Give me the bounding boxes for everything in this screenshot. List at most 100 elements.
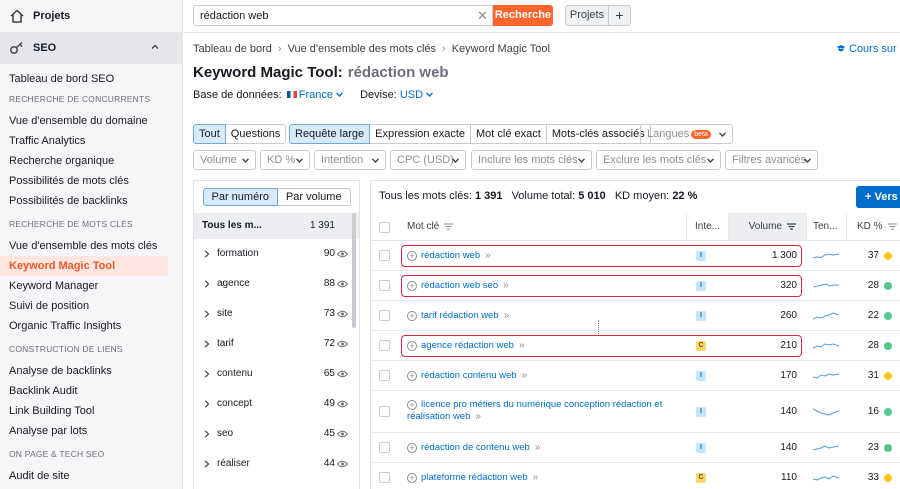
table-row[interactable]: + tarif rédaction web » I 260 22	[371, 301, 900, 331]
sidebar-item[interactable]: Vue d'ensemble des mots clés	[0, 236, 168, 256]
tab-related[interactable]: Mots-clés associés	[546, 124, 651, 144]
search-box[interactable]: ✕	[193, 5, 493, 26]
breadcrumb-dashboard[interactable]: Tableau de bord	[193, 43, 272, 55]
filter-volume[interactable]: Volume	[193, 150, 256, 170]
keyword-cell[interactable]: + licence pro métiers du numérique concep…	[407, 399, 669, 423]
projects-button[interactable]: Projets	[565, 5, 609, 26]
header-trend[interactable]: Ten...	[807, 213, 847, 241]
course-link[interactable]: Cours sur l	[836, 43, 900, 55]
tab-all[interactable]: Tout	[193, 124, 226, 144]
chevron-right-icon[interactable]	[204, 310, 210, 318]
add-keyword-icon[interactable]: +	[407, 443, 417, 453]
tab-exact-match[interactable]: Mot clé exact	[471, 124, 547, 144]
sidebar-item[interactable]: Keyword Magic Tool	[0, 256, 168, 276]
row-checkbox[interactable]	[379, 472, 390, 483]
table-row[interactable]: + rédaction web seo» I 320 28	[371, 271, 900, 301]
column-resize-handle[interactable]	[598, 320, 600, 334]
chevron-right-icon[interactable]	[204, 430, 210, 438]
chevron-up-icon[interactable]	[151, 43, 159, 51]
row-checkbox[interactable]	[379, 250, 390, 261]
chevron-right-icon[interactable]	[204, 370, 210, 378]
clear-search-icon[interactable]: ✕	[477, 8, 488, 23]
add-keyword-icon[interactable]: +	[407, 371, 417, 381]
sidebar-seo-section[interactable]: SEO	[0, 32, 183, 64]
sort-descending-icon[interactable]	[787, 223, 796, 230]
filter-intent[interactable]: Intention	[314, 150, 386, 170]
sidebar-item[interactable]: Suivi de position	[0, 296, 168, 316]
sidebar-item[interactable]: Link Building Tool	[0, 401, 168, 421]
tab-broad-match[interactable]: Requête large	[289, 124, 371, 144]
sort-icon[interactable]	[887, 223, 897, 230]
sidebar-item[interactable]: Audit de site	[0, 466, 168, 486]
keyword-link[interactable]: tarif rédaction web	[421, 310, 499, 321]
chevrons-right-icon[interactable]: »	[504, 310, 510, 321]
table-row[interactable]: + rédaction contenu web » I 170 31	[371, 361, 900, 391]
row-checkbox[interactable]	[379, 370, 390, 381]
sidebar-item[interactable]: Recherche organique	[0, 151, 168, 171]
chevron-right-icon[interactable]	[204, 460, 210, 468]
header-volume[interactable]: Volume	[729, 213, 807, 241]
keyword-cell[interactable]: + plateforme rédaction web »	[407, 472, 669, 484]
eye-icon[interactable]	[337, 400, 348, 408]
group-item[interactable]: agence 88	[194, 269, 359, 299]
group-item[interactable]: site 73	[194, 299, 359, 329]
row-checkbox[interactable]	[379, 310, 390, 321]
keyword-link[interactable]: rédaction de contenu web	[421, 442, 530, 453]
sidebar-item[interactable]: Possibilités de mots clés	[0, 171, 168, 191]
add-project-button[interactable]: +	[608, 5, 631, 26]
row-checkbox[interactable]	[379, 442, 390, 453]
chevron-down-icon[interactable]	[426, 92, 434, 97]
database-select[interactable]: France	[299, 89, 333, 101]
select-all-checkbox[interactable]	[379, 222, 390, 233]
filter-kd[interactable]: KD %	[260, 150, 310, 170]
sidebar-item[interactable]: Analyse par lots	[0, 421, 168, 441]
export-button[interactable]: + Vers	[856, 186, 900, 208]
add-keyword-icon[interactable]: +	[407, 473, 417, 483]
currency-select[interactable]: USD	[400, 89, 423, 101]
row-checkbox[interactable]	[379, 406, 390, 417]
keyword-cell[interactable]: + tarif rédaction web »	[407, 310, 669, 322]
tab-phrase-match[interactable]: Expression exacte	[370, 124, 471, 144]
keyword-link[interactable]: licence pro métiers du numérique concept…	[407, 399, 662, 422]
table-row[interactable]: + agence rédaction web» C 210 28	[371, 331, 900, 361]
eye-icon[interactable]	[337, 430, 348, 438]
filter-advanced[interactable]: Filtres avancés	[725, 150, 818, 170]
chevron-right-icon[interactable]	[204, 280, 210, 288]
chevron-right-icon[interactable]	[204, 340, 210, 348]
group-item[interactable]: tarif 72	[194, 329, 359, 359]
sort-by-volume-button[interactable]: Par volume	[277, 188, 351, 206]
keyword-link[interactable]: rédaction contenu web	[421, 370, 517, 381]
sidebar-projects[interactable]: Projets	[0, 0, 183, 32]
header-intent[interactable]: Inte...	[687, 213, 729, 241]
group-item[interactable]: concept 49	[194, 389, 359, 419]
filter-cpc[interactable]: CPC (USD)	[390, 150, 466, 170]
keyword-link[interactable]: plateforme rédaction web	[421, 472, 528, 483]
breadcrumb-keyword-overview[interactable]: Vue d'ensemble des mots clés	[288, 43, 436, 55]
tab-questions[interactable]: Questions	[225, 124, 287, 144]
header-keyword[interactable]: Mot clé	[399, 213, 687, 241]
add-keyword-icon[interactable]: +	[407, 400, 417, 410]
sidebar-item[interactable]: Analyse de backlinks	[0, 361, 168, 381]
filter-exclude-keywords[interactable]: Exclure les mots clés	[596, 150, 721, 170]
eye-icon[interactable]	[337, 310, 348, 318]
chevron-right-icon[interactable]	[204, 400, 210, 408]
chevrons-right-icon[interactable]: »	[533, 472, 539, 483]
eye-icon[interactable]	[337, 460, 348, 468]
group-item[interactable]: réaliser 44	[194, 449, 359, 479]
chevron-down-icon[interactable]	[336, 92, 343, 97]
table-row[interactable]: + plateforme rédaction web » C 110 33	[371, 463, 900, 489]
table-row[interactable]: + rédaction web» I 1 300 37	[371, 241, 900, 271]
table-row[interactable]: + licence pro métiers du numérique concep…	[371, 391, 900, 433]
eye-icon[interactable]	[337, 280, 348, 288]
header-kd[interactable]: KD %	[847, 213, 900, 241]
groups-scrollbar[interactable]	[352, 213, 356, 328]
sidebar-item[interactable]: Traffic Analytics	[0, 131, 168, 151]
eye-icon[interactable]	[337, 250, 348, 258]
keyword-cell[interactable]: + rédaction de contenu web »	[407, 442, 669, 454]
sidebar-item[interactable]: Organic Traffic Insights	[0, 316, 168, 336]
eye-icon[interactable]	[337, 370, 348, 378]
row-checkbox[interactable]	[379, 280, 390, 291]
keyword-cell[interactable]: + rédaction contenu web »	[407, 370, 669, 382]
row-checkbox[interactable]	[379, 340, 390, 351]
sort-icon[interactable]	[444, 223, 454, 230]
